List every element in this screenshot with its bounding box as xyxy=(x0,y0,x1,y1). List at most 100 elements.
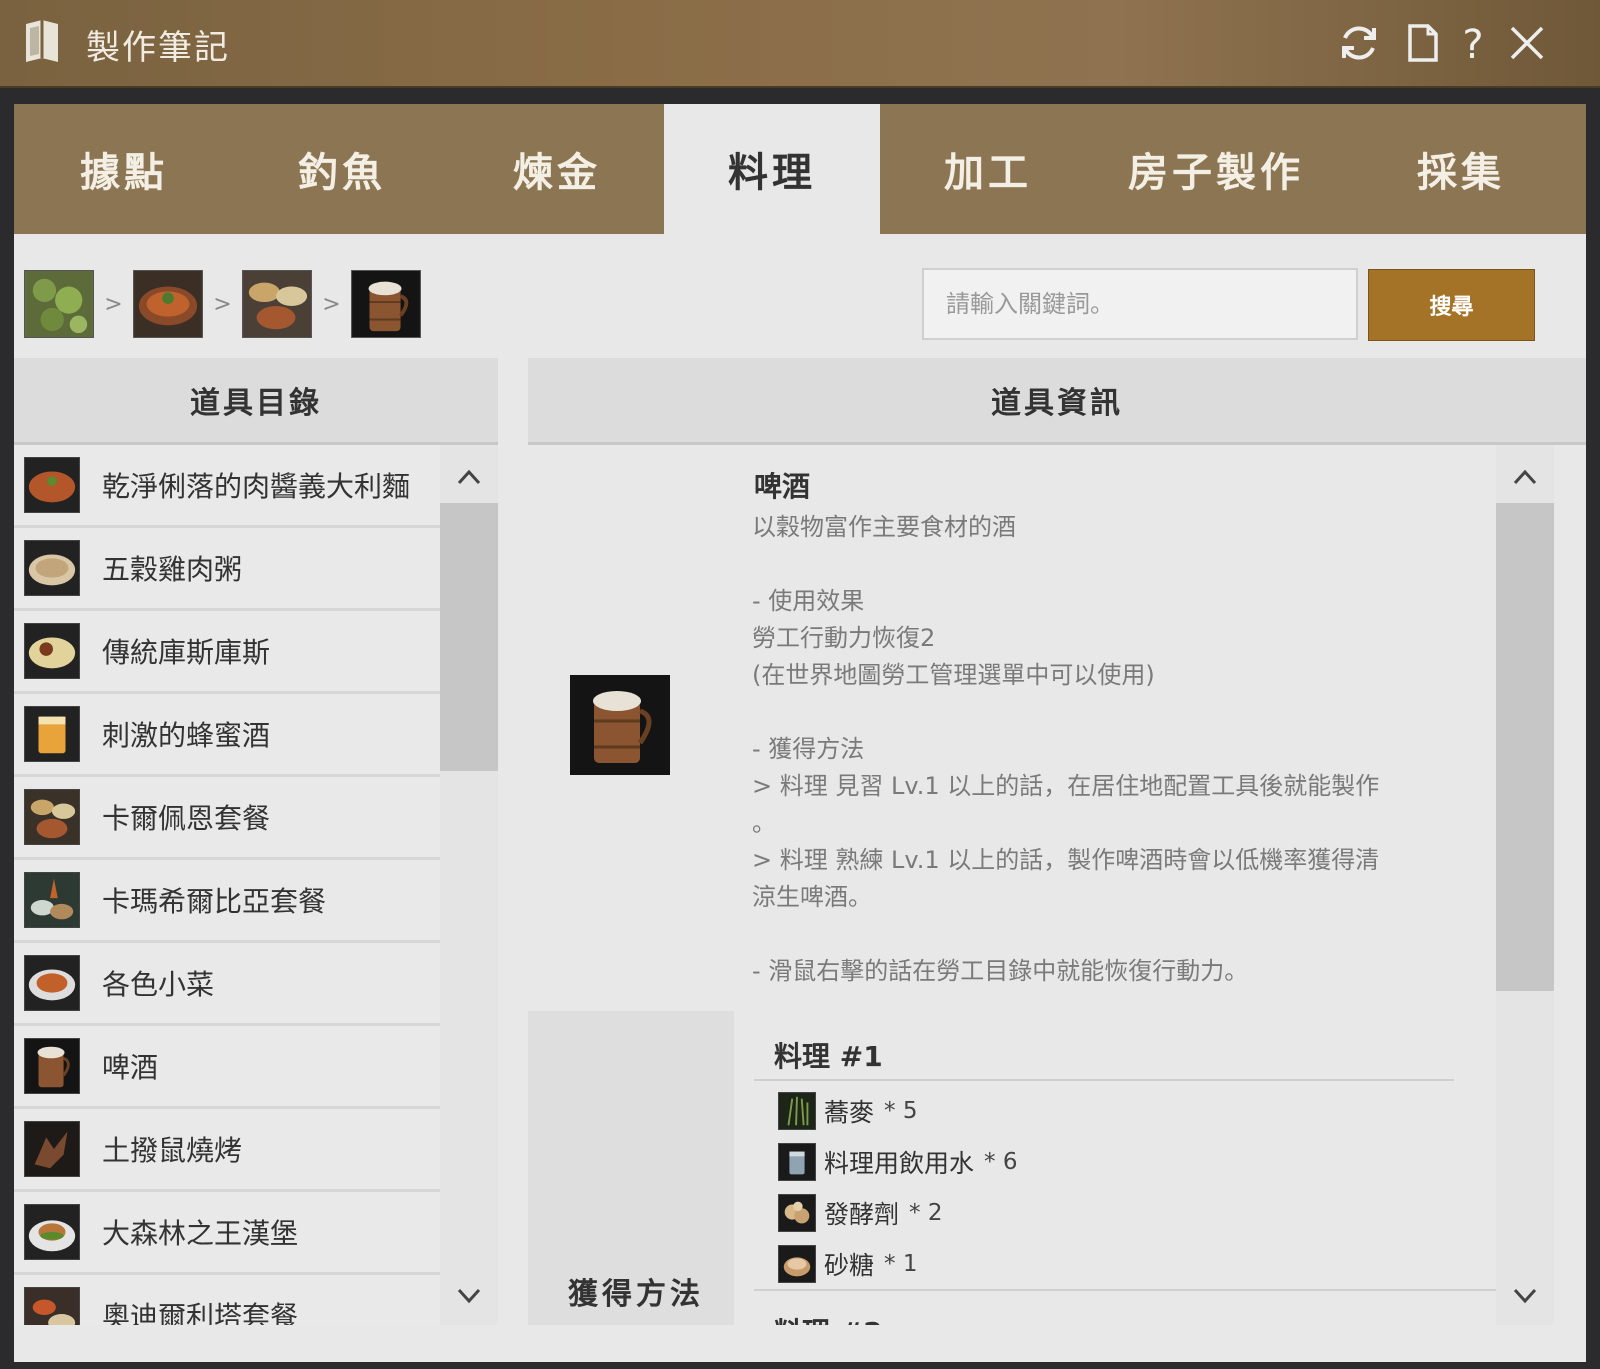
tab-fishing[interactable]: 釣魚 xyxy=(234,104,450,234)
breadcrumb-separator: > xyxy=(213,291,232,317)
list-item-label: 五穀雞肉粥 xyxy=(102,553,243,586)
description-line xyxy=(752,916,1452,953)
tab-node[interactable]: 據點 xyxy=(14,104,234,234)
sugar-icon xyxy=(778,1245,816,1283)
buckwheat-icon xyxy=(778,1092,816,1130)
list-item-label: 乾淨俐落的肉醬義大利麵 xyxy=(102,470,411,503)
breadcrumb-meal-set-icon[interactable] xyxy=(242,270,312,338)
refresh-icon[interactable] xyxy=(1336,20,1382,66)
item-title: 啤酒 xyxy=(754,470,811,503)
forest-burger-icon xyxy=(24,1204,80,1260)
divider xyxy=(754,1289,1496,1291)
list-item[interactable]: 卡瑪希爾比亞套餐 xyxy=(14,860,440,943)
search-input[interactable] xyxy=(922,268,1358,340)
honey-wine-icon xyxy=(24,706,80,762)
list-item-label: 刺激的蜂蜜酒 xyxy=(102,719,271,752)
list-item[interactable]: 卡爾佩恩套餐 xyxy=(14,777,440,860)
item-list: 乾淨俐落的肉醬義大利麵 五穀雞肉粥 傳統庫斯庫斯 刺激的蜂蜜酒 卡爾佩恩套餐 卡… xyxy=(14,445,440,1325)
search-button[interactable]: 搜尋 xyxy=(1368,269,1535,341)
material-name: 砂糖 xyxy=(824,1251,875,1280)
description-line: (在世界地圖勞工管理選單中可以使用) xyxy=(752,661,1155,689)
tab-cooking[interactable]: 料理 xyxy=(664,104,880,234)
list-item[interactable]: 傳統庫斯庫斯 xyxy=(14,611,440,694)
drinking-water-icon xyxy=(778,1143,816,1181)
breadcrumb-dish-icon[interactable] xyxy=(133,270,203,338)
side-dishes-icon xyxy=(24,955,80,1011)
page-icon[interactable] xyxy=(1400,20,1446,66)
description-line: 勞工行動力恢復2 xyxy=(752,624,936,652)
list-item[interactable]: 啤酒 xyxy=(14,1026,440,1109)
description-line: > 料理 見習 Lv.1 以上的話，在居住地配置工具後就能製作 xyxy=(752,772,1380,800)
tab-alchemy[interactable]: 煉金 xyxy=(450,104,664,234)
list-item-label: 奧迪爾利塔套餐 xyxy=(102,1300,299,1325)
material-quantity: * 1 xyxy=(884,1251,918,1277)
material-item[interactable]: 發酵劑 * 2 xyxy=(778,1193,942,1233)
list-item[interactable]: 大森林之王漢堡 xyxy=(14,1192,440,1275)
beer-large-icon xyxy=(570,675,670,775)
couscous-icon xyxy=(24,623,80,679)
next-recipe-title: 料理 #2 xyxy=(774,1311,883,1325)
description-line: - 獲得方法 xyxy=(752,735,865,763)
kamasylvia-set-icon xyxy=(24,872,80,928)
chevron-up-icon[interactable] xyxy=(440,455,498,499)
list-item[interactable]: 五穀雞肉粥 xyxy=(14,528,440,611)
help-icon[interactable]: ? xyxy=(1450,20,1496,68)
svg-text:?: ? xyxy=(1462,22,1483,66)
tab-housing[interactable]: 房子製作 xyxy=(1096,104,1336,234)
list-item[interactable]: 各色小菜 xyxy=(14,943,440,1026)
chevron-up-icon[interactable] xyxy=(1496,455,1554,499)
item-list-scrollbar[interactable] xyxy=(440,445,498,1325)
list-item-label: 大森林之王漢堡 xyxy=(102,1217,299,1250)
material-item[interactable]: 蕎麥 * 5 xyxy=(778,1091,917,1131)
tab-gathering[interactable]: 採集 xyxy=(1336,104,1586,234)
description-line xyxy=(752,546,1452,583)
material-item[interactable]: 料理用飲用水 * 6 xyxy=(778,1142,1017,1182)
material-name: 蕎麥 xyxy=(824,1098,875,1127)
title-bar: 製作筆記 ? xyxy=(0,0,1600,88)
list-item[interactable]: 奧迪爾利塔套餐 xyxy=(14,1275,440,1325)
list-item-label: 卡瑪希爾比亞套餐 xyxy=(102,885,327,918)
item-description: 以穀物富作主要食材的酒 - 使用效果 勞工行動力恢復2 (在世界地圖勞工管理選單… xyxy=(752,509,1452,990)
list-item-label: 傳統庫斯庫斯 xyxy=(102,636,271,669)
category-tabs: 據點 釣魚 煉金 料理 加工 房子製作 採集 xyxy=(14,104,1586,234)
chevron-down-icon[interactable] xyxy=(1496,1273,1554,1317)
meat-sauce-pasta-icon xyxy=(24,457,80,513)
material-quantity: * 2 xyxy=(909,1200,943,1226)
acquisition-label-column: 獲得方法 xyxy=(528,1011,734,1325)
beer-icon xyxy=(24,1038,80,1094)
breadcrumb-ingredient-icon[interactable] xyxy=(24,270,94,338)
scrollbar-thumb[interactable] xyxy=(440,503,498,771)
acquisition-label: 獲得方法 xyxy=(568,1277,704,1312)
material-quantity: * 6 xyxy=(984,1149,1018,1175)
list-item[interactable]: 土撥鼠燒烤 xyxy=(14,1109,440,1192)
item-list-header: 道具目錄 xyxy=(14,358,498,445)
list-item-label: 各色小菜 xyxy=(102,968,215,1001)
description-line: > 料理 熟練 Lv.1 以上的話，製作啤酒時會以低機率獲得清 xyxy=(752,846,1380,874)
tab-processing[interactable]: 加工 xyxy=(880,104,1096,234)
crafting-notes-panel: 據點 釣魚 煉金 料理 加工 房子製作 採集 > > > 搜尋 道具目錄 道具資… xyxy=(14,104,1586,1362)
description-line: 。 xyxy=(752,809,776,837)
breadcrumb-separator: > xyxy=(104,291,123,317)
scrollbar-thumb[interactable] xyxy=(1496,503,1554,991)
window-title: 製作筆記 xyxy=(86,28,230,68)
description-line: 涼生啤酒。 xyxy=(752,883,872,911)
calpheon-set-icon xyxy=(24,789,80,845)
list-item[interactable]: 刺激的蜂蜜酒 xyxy=(14,694,440,777)
material-name: 發酵劑 xyxy=(824,1200,900,1229)
breadcrumb-beer-icon[interactable] xyxy=(351,270,421,338)
material-quantity: * 5 xyxy=(884,1098,918,1124)
description-line: 以穀物富作主要食材的酒 xyxy=(752,513,1016,541)
list-item[interactable]: 乾淨俐落的肉醬義大利麵 xyxy=(14,445,440,528)
item-info-scrollbar[interactable] xyxy=(1496,445,1554,1325)
description-line xyxy=(752,694,1452,731)
item-info: 啤酒 以穀物富作主要食材的酒 - 使用效果 勞工行動力恢復2 (在世界地圖勞工管… xyxy=(528,445,1496,1325)
description-line: - 使用效果 xyxy=(752,587,865,615)
close-icon[interactable] xyxy=(1504,20,1550,66)
material-item[interactable]: 砂糖 * 1 xyxy=(778,1244,917,1284)
chicken-porridge-icon xyxy=(24,540,80,596)
acquisition-section: 獲得方法 料理 #1 蕎麥 * 5 料理用飲用水 * 6 發酵劑 * 2 砂糖 … xyxy=(528,1011,1496,1325)
leavening-agent-icon xyxy=(778,1194,816,1232)
chevron-down-icon[interactable] xyxy=(440,1273,498,1317)
grilled-marmot-icon xyxy=(24,1121,80,1177)
description-line: - 滑鼠右擊的話在勞工目錄中就能恢復行動力。 xyxy=(752,957,1249,985)
